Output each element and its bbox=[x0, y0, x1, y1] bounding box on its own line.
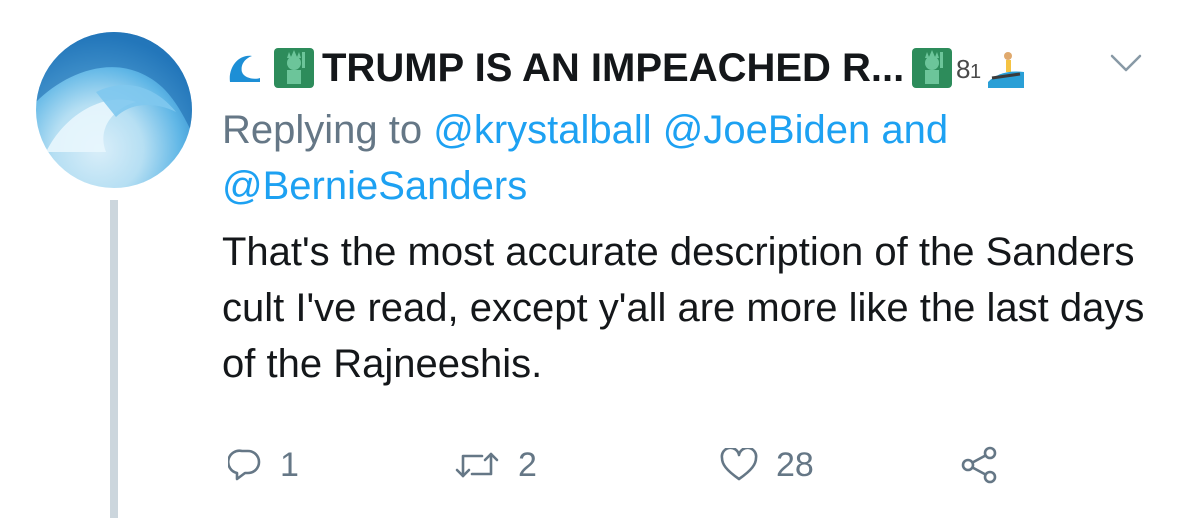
tweet-header[interactable]: TRUMP IS AN IMPEACHED R... 8 1 bbox=[222, 38, 1172, 98]
like-button[interactable]: 28 bbox=[720, 440, 814, 490]
wave-icon bbox=[222, 46, 266, 90]
tweet-text: That's the most accurate description of … bbox=[222, 230, 1145, 386]
thread-line bbox=[110, 200, 118, 518]
wave-avatar-image bbox=[36, 32, 192, 152]
heart-icon bbox=[720, 448, 758, 481]
retweet-button[interactable]: 2 bbox=[454, 440, 537, 490]
svg-text:1: 1 bbox=[970, 61, 981, 83]
share-button[interactable] bbox=[960, 440, 1018, 490]
avatar[interactable] bbox=[36, 32, 192, 188]
statue-of-liberty-icon bbox=[910, 46, 954, 90]
retweet-count: 2 bbox=[518, 445, 537, 484]
statue-of-liberty-icon bbox=[272, 46, 316, 90]
surfer-icon bbox=[984, 46, 1028, 90]
chevron-down-icon[interactable] bbox=[1106, 48, 1146, 78]
mention-link[interactable]: @JoeBiden bbox=[663, 108, 870, 152]
mention-and-others-link[interactable]: and bbox=[881, 108, 948, 152]
retweet-icon bbox=[455, 452, 499, 478]
reply-count: 1 bbox=[280, 445, 299, 484]
reply-button[interactable]: 1 bbox=[228, 440, 299, 490]
number-81-badge-icon: 8 1 bbox=[954, 46, 984, 90]
svg-text:8: 8 bbox=[956, 54, 970, 84]
mention-link[interactable]: @BernieSanders bbox=[222, 164, 527, 208]
mention-link[interactable]: @krystalball bbox=[433, 108, 651, 152]
reply-icon bbox=[228, 449, 261, 481]
replying-to-label: Replying to bbox=[222, 108, 434, 152]
replying-to: Replying to @krystalball @JoeBiden and @… bbox=[222, 102, 1182, 214]
share-icon bbox=[961, 446, 997, 484]
display-name[interactable]: TRUMP IS AN IMPEACHED R... bbox=[322, 46, 904, 91]
like-count: 28 bbox=[776, 445, 814, 484]
tweet-actions: 1 2 28 bbox=[222, 440, 1122, 490]
